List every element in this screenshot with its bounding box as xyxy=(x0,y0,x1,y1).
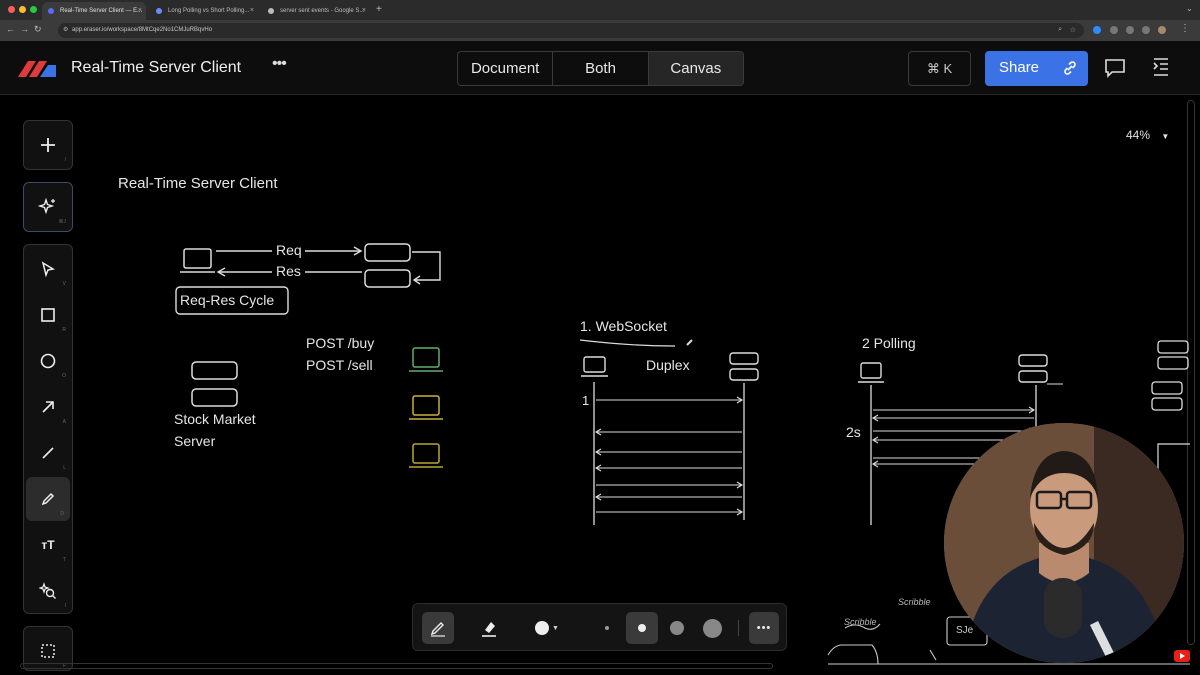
server-label[interactable]: Server xyxy=(174,433,215,449)
websocket-messages xyxy=(594,396,744,516)
dot-icon xyxy=(605,626,609,630)
horizontal-scrollbar[interactable] xyxy=(20,663,773,669)
server-box[interactable] xyxy=(1151,381,1183,395)
res-label[interactable]: Res xyxy=(276,263,301,279)
lifelines xyxy=(593,382,745,525)
interval-label[interactable]: 2s xyxy=(846,424,861,440)
stroke-size-xs[interactable] xyxy=(591,612,623,644)
duplex-label[interactable]: Duplex xyxy=(646,357,690,373)
laptop-icon-yellow[interactable] xyxy=(409,395,443,420)
server-box[interactable] xyxy=(191,361,238,380)
server-box[interactable] xyxy=(729,368,759,381)
server-box[interactable] xyxy=(1151,397,1183,411)
handwritten-note[interactable]: SJe xyxy=(956,625,973,636)
server-box[interactable] xyxy=(1157,340,1189,354)
server-box[interactable] xyxy=(729,352,759,365)
scribble-underline xyxy=(579,339,676,347)
server-box[interactable] xyxy=(1018,370,1048,383)
dot-icon xyxy=(670,621,684,635)
server-box[interactable] xyxy=(191,388,238,407)
highlighter-button[interactable] xyxy=(473,612,505,644)
laptop-icon-green[interactable] xyxy=(409,347,443,372)
pen-icon xyxy=(430,622,445,637)
server-box[interactable] xyxy=(364,243,411,262)
req-label[interactable]: Req xyxy=(276,242,302,258)
req-res-cycle-label[interactable]: Req-Res Cycle xyxy=(180,292,274,308)
handwritten-note[interactable]: Scribble xyxy=(898,597,931,607)
dot-icon xyxy=(638,624,646,632)
post-buy-label[interactable]: POST /buy xyxy=(306,335,374,351)
highlighter-icon xyxy=(482,622,496,637)
post-sell-label[interactable]: POST /sell xyxy=(306,357,373,373)
server-box[interactable] xyxy=(1018,354,1048,367)
stock-market-label[interactable]: Stock Market xyxy=(174,411,256,427)
microphone-icon xyxy=(1044,578,1082,638)
websocket-label[interactable]: 1. WebSocket xyxy=(580,318,667,334)
divider xyxy=(738,620,739,636)
stroke-size-s[interactable] xyxy=(626,612,658,644)
loop-arrow xyxy=(412,251,441,281)
more-options-button[interactable]: ••• xyxy=(749,612,779,644)
laptop-icon[interactable] xyxy=(180,248,215,273)
canvas-heading[interactable]: Real-Time Server Client xyxy=(118,175,278,192)
webcam-overlay xyxy=(944,423,1184,663)
chevron-down-icon: ▼ xyxy=(552,624,559,632)
server-box[interactable] xyxy=(364,269,411,288)
laptop-icon[interactable] xyxy=(581,356,608,377)
step-one-label[interactable]: 1 xyxy=(582,393,589,408)
pen-style-button[interactable] xyxy=(422,612,454,644)
pen-mark xyxy=(686,339,693,346)
color-picker[interactable]: ▼ xyxy=(529,612,565,644)
video-badge-icon xyxy=(1174,650,1190,662)
stroke-size-m[interactable] xyxy=(661,612,693,644)
polling-label[interactable]: 2 Polling xyxy=(862,335,916,351)
presenter-video xyxy=(944,423,1184,663)
drawing-toolbar: ▼ ••• xyxy=(412,603,787,651)
server-box[interactable] xyxy=(1157,356,1189,370)
color-swatch xyxy=(535,621,550,635)
ellipsis-icon: ••• xyxy=(756,622,772,634)
handwritten-note[interactable]: Scribble xyxy=(844,617,877,627)
dot-icon xyxy=(702,618,722,638)
laptop-icon[interactable] xyxy=(858,362,884,383)
stroke-size-l[interactable] xyxy=(696,612,728,644)
laptop-icon-olive[interactable] xyxy=(409,443,443,468)
pen-mark xyxy=(1157,443,1190,470)
